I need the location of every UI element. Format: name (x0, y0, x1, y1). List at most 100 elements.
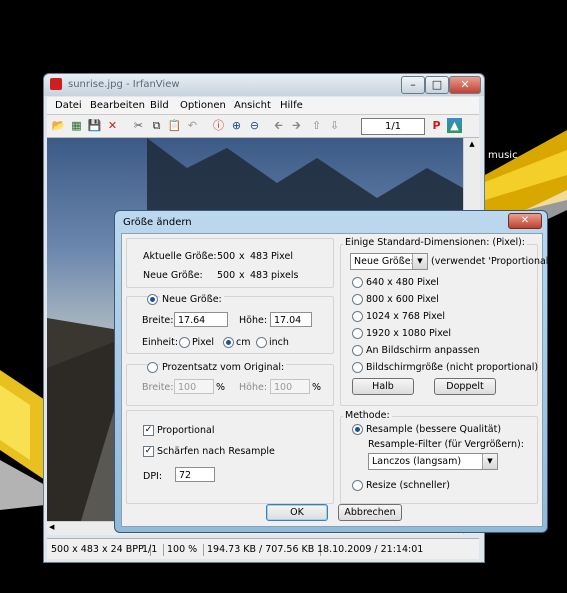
options-group: ✓ Proportional ✓ Schärfen nach Resample … (126, 410, 334, 504)
status-dimensions: 500 x 483 x 24 BPP (51, 544, 151, 556)
new-size-radio-label: Neue Größe: (160, 294, 224, 305)
unit-pixel-radio[interactable] (179, 337, 190, 348)
menu-hilfe[interactable]: Hilfe (280, 100, 303, 111)
menu-datei[interactable]: Datei (55, 100, 82, 111)
status-page: 1/1 (142, 544, 165, 556)
maximize-button[interactable]: □ (425, 76, 449, 94)
percent-radio[interactable] (147, 362, 158, 373)
dpi-input[interactable]: 72 (175, 467, 215, 482)
percent-width-input[interactable]: 100 (174, 379, 214, 394)
menu-optionen[interactable]: Optionen (180, 100, 226, 111)
unit-inch-radio[interactable] (256, 337, 267, 348)
dim-640-radio[interactable] (352, 277, 363, 288)
double-button[interactable]: Doppelt (434, 378, 496, 395)
proportional-label: Proportional (157, 425, 215, 436)
minimize-button[interactable]: – (401, 76, 425, 94)
desktop-wallpaper-shape-left (0, 370, 45, 510)
scroll-left-icon[interactable]: ◀ (49, 523, 54, 531)
window-titlebar[interactable]: sunrise.jpg - IrfanView – □ ✕ (44, 74, 484, 96)
status-bar: 500 x 483 x 24 BPP 1/1 100 % 194.73 KB /… (47, 538, 479, 559)
dialog-title: Größe ändern (123, 217, 192, 228)
resample-filter-value: Lanczos (langsam) (372, 456, 462, 467)
resample-filter-select[interactable]: Lanczos (langsam) ▼ (368, 453, 498, 470)
close-button[interactable]: ✕ (449, 76, 481, 94)
desktop-music-label: music (488, 150, 518, 161)
dim-1920-label: 1920 x 1080 Pixel (366, 328, 452, 339)
dim-1920-radio[interactable] (352, 328, 363, 339)
status-filesize: 194.73 KB / 707.56 KB (207, 544, 322, 556)
fit-screen-radio[interactable] (352, 345, 363, 356)
current-size-unit: Pixel (271, 251, 293, 262)
previous-icon[interactable]: 🡰 (271, 118, 286, 133)
unit-cm-radio[interactable] (223, 337, 234, 348)
new-size-info-x: x (239, 270, 245, 281)
scroll-up-icon[interactable]: ▲ (467, 140, 477, 150)
menu-bild[interactable]: Bild (150, 100, 169, 111)
percent-radio-label: Prozentsatz vom Original: (160, 362, 287, 373)
undo-icon[interactable]: ↶ (185, 118, 200, 133)
resize-radio[interactable] (352, 480, 363, 491)
paste-icon[interactable]: 📋 (167, 118, 182, 133)
zoom-in-icon[interactable]: ⊕ (229, 118, 244, 133)
width-input[interactable]: 17.64 (174, 312, 228, 327)
ok-button[interactable]: OK (266, 504, 328, 521)
paint-icon[interactable]: ▲ (447, 118, 462, 133)
dialog-content: Aktuelle Größe: 500 x 483 Pixel Neue Grö… (121, 233, 555, 527)
percent-height-input[interactable]: 100 (270, 379, 310, 394)
method-title: Methode: (343, 410, 392, 421)
unit-pixel-label: Pixel (192, 337, 214, 348)
chevron-down-icon: ▼ (412, 254, 427, 269)
current-size-height: 483 (250, 251, 269, 262)
width-label: Breite: (142, 315, 174, 326)
dim-1024-label: 1024 x 768 Pixel (366, 311, 445, 322)
fit-screen-label: An Bildschirm anpassen (366, 345, 480, 356)
resample-radio[interactable] (352, 424, 363, 435)
last-icon[interactable]: ⇩ (327, 118, 342, 133)
percent-height-label: Höhe: (239, 382, 268, 393)
sharpen-checkbox[interactable]: ✓ (143, 446, 154, 457)
height-input[interactable]: 17.04 (270, 312, 312, 327)
menu-bearbeiten[interactable]: Bearbeiten (90, 100, 145, 111)
window-title: sunrise.jpg - IrfanView (68, 79, 180, 90)
standard-dimensions-select[interactable]: Neue Größe: ▼ (350, 253, 428, 270)
height-label: Höhe: (239, 315, 268, 326)
menu-bar: Datei Bearbeiten Bild Optionen Ansicht H… (47, 97, 479, 115)
dim-640-label: 640 x 480 Pixel (366, 277, 439, 288)
new-size-radio[interactable] (147, 294, 158, 305)
standard-dimensions-select-value: Neue Größe: (354, 256, 414, 267)
percent-width-suffix: % (216, 382, 226, 393)
standard-dimensions-title: Einige Standard-Dimensionen: (Pixel): (343, 237, 528, 248)
unit-cm-label: cm (236, 337, 251, 348)
zoom-out-icon[interactable]: ⊖ (247, 118, 262, 133)
percent-width-label: Breite: (142, 382, 174, 393)
copy-icon[interactable]: ⧉ (149, 118, 164, 133)
new-size-info-width: 500 (217, 270, 236, 281)
dpi-label: DPI: (143, 471, 163, 482)
dim-800-radio[interactable] (352, 294, 363, 305)
page-counter[interactable]: 1/1 (361, 118, 425, 135)
new-size-info-unit: pixels (271, 270, 299, 281)
half-button[interactable]: Halb (352, 378, 414, 395)
screen-size-radio[interactable] (352, 362, 363, 373)
irfanview-app-icon (50, 78, 62, 90)
plugin-p-icon[interactable]: P (429, 118, 444, 133)
sharpen-label: Schärfen nach Resample (157, 446, 275, 457)
menu-ansicht[interactable]: Ansicht (234, 100, 271, 111)
info-icon[interactable]: ⓘ (211, 118, 226, 133)
chevron-down-icon: ▼ (482, 454, 497, 469)
cancel-button[interactable]: Abbrechen (338, 504, 402, 521)
delete-icon[interactable]: ✕ (105, 118, 120, 133)
open-folder-icon[interactable]: 📂 (51, 118, 66, 133)
dim-1024-radio[interactable] (352, 311, 363, 322)
dialog-close-button[interactable]: ✕ (508, 213, 542, 229)
first-icon[interactable]: ⇧ (309, 118, 324, 133)
toolbar: 📂 ▦ 💾 ✕ ✂ ⧉ 📋 ↶ ⓘ ⊕ ⊖ 🡰 🡲 ⇧ ⇩ 1/1 P ▲ (47, 115, 479, 138)
unit-label: Einheit: (142, 337, 179, 348)
size-info-group: Aktuelle Größe: 500 x 483 Pixel Neue Grö… (126, 238, 334, 288)
thumbnails-icon[interactable]: ▦ (69, 118, 84, 133)
next-icon[interactable]: 🡲 (289, 118, 304, 133)
save-icon[interactable]: 💾 (87, 118, 102, 133)
resample-label: Resample (bessere Qualität) (366, 424, 502, 435)
cut-icon[interactable]: ✂ (131, 118, 146, 133)
proportional-checkbox[interactable]: ✓ (143, 425, 154, 436)
